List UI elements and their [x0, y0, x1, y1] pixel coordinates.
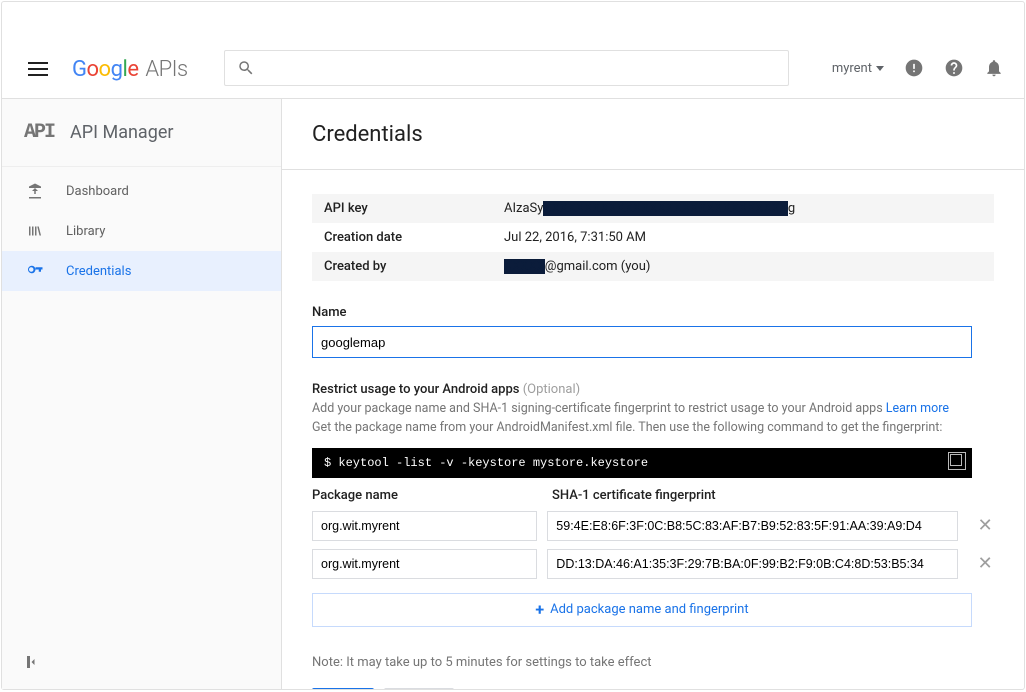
sha1-input[interactable]	[547, 549, 958, 579]
keytool-command: $ keytool -list -v -keystore mystore.key…	[312, 448, 972, 478]
restrict-description: Add your package name and SHA-1 signing-…	[312, 400, 994, 438]
optional-label: (Optional)	[523, 382, 580, 397]
kv-label: API key	[312, 194, 492, 223]
nav-label: Credentials	[66, 264, 131, 279]
alert-icon[interactable]	[904, 58, 924, 78]
account-selector[interactable]: myrent	[832, 61, 884, 76]
name-label: Name	[312, 305, 994, 320]
search-icon	[237, 59, 255, 77]
package-name-input[interactable]	[312, 549, 537, 579]
creation-date-value: Jul 22, 2016, 7:31:50 AM	[492, 223, 994, 252]
sidebar-title: API Manager	[70, 122, 173, 143]
learn-more-link[interactable]: Learn more	[886, 401, 949, 416]
account-name: myrent	[832, 61, 872, 76]
delete-row-button[interactable]: ✕	[976, 515, 994, 536]
kv-label: Created by	[312, 252, 492, 281]
name-input[interactable]	[312, 326, 972, 358]
sidebar-item-dashboard[interactable]: Dashboard	[2, 171, 281, 211]
column-header-package: Package name	[312, 488, 542, 503]
page-title: Credentials	[282, 99, 1024, 170]
sidebar-item-library[interactable]: Library	[2, 211, 281, 251]
settings-note: Note: It may take up to 5 minutes for se…	[312, 655, 994, 670]
delete-row-button[interactable]: ✕	[976, 553, 994, 574]
nav-label: Dashboard	[66, 184, 129, 199]
kv-label: Creation date	[312, 223, 492, 252]
package-name-input[interactable]	[312, 511, 537, 541]
copy-icon[interactable]	[948, 452, 966, 470]
cancel-button[interactable]: Cancel	[384, 688, 454, 690]
bell-icon[interactable]	[984, 58, 1004, 78]
save-button[interactable]: Save	[312, 688, 374, 690]
help-icon[interactable]	[944, 58, 964, 78]
search-input[interactable]	[224, 50, 789, 86]
add-package-button[interactable]: + Add package name and fingerprint	[312, 593, 972, 627]
key-icon	[26, 262, 44, 280]
google-apis-logo: Google APIs	[72, 57, 188, 82]
api-key-value: AIzaSyXXXXXXXXXXXXXXXXXXXXXXXXXXXXXXg	[492, 194, 994, 223]
dashboard-icon	[26, 182, 44, 200]
credential-details-table: API key AIzaSyXXXXXXXXXXXXXXXXXXXXXXXXXX…	[312, 194, 994, 281]
nav-label: Library	[66, 224, 105, 239]
menu-icon[interactable]	[28, 62, 48, 76]
sha1-input[interactable]	[547, 511, 958, 541]
column-header-sha1: SHA-1 certificate fingerprint	[552, 488, 716, 503]
api-logo: API	[24, 121, 54, 144]
restrict-heading: Restrict usage to your Android apps	[312, 382, 519, 397]
library-icon	[26, 222, 44, 240]
plus-icon: +	[535, 600, 544, 619]
created-by-value: XXXXX@gmail.com (you)	[492, 252, 994, 281]
chevron-down-icon	[876, 66, 884, 71]
collapse-sidebar-button[interactable]	[24, 653, 42, 675]
sidebar-item-credentials[interactable]: Credentials	[2, 251, 281, 291]
